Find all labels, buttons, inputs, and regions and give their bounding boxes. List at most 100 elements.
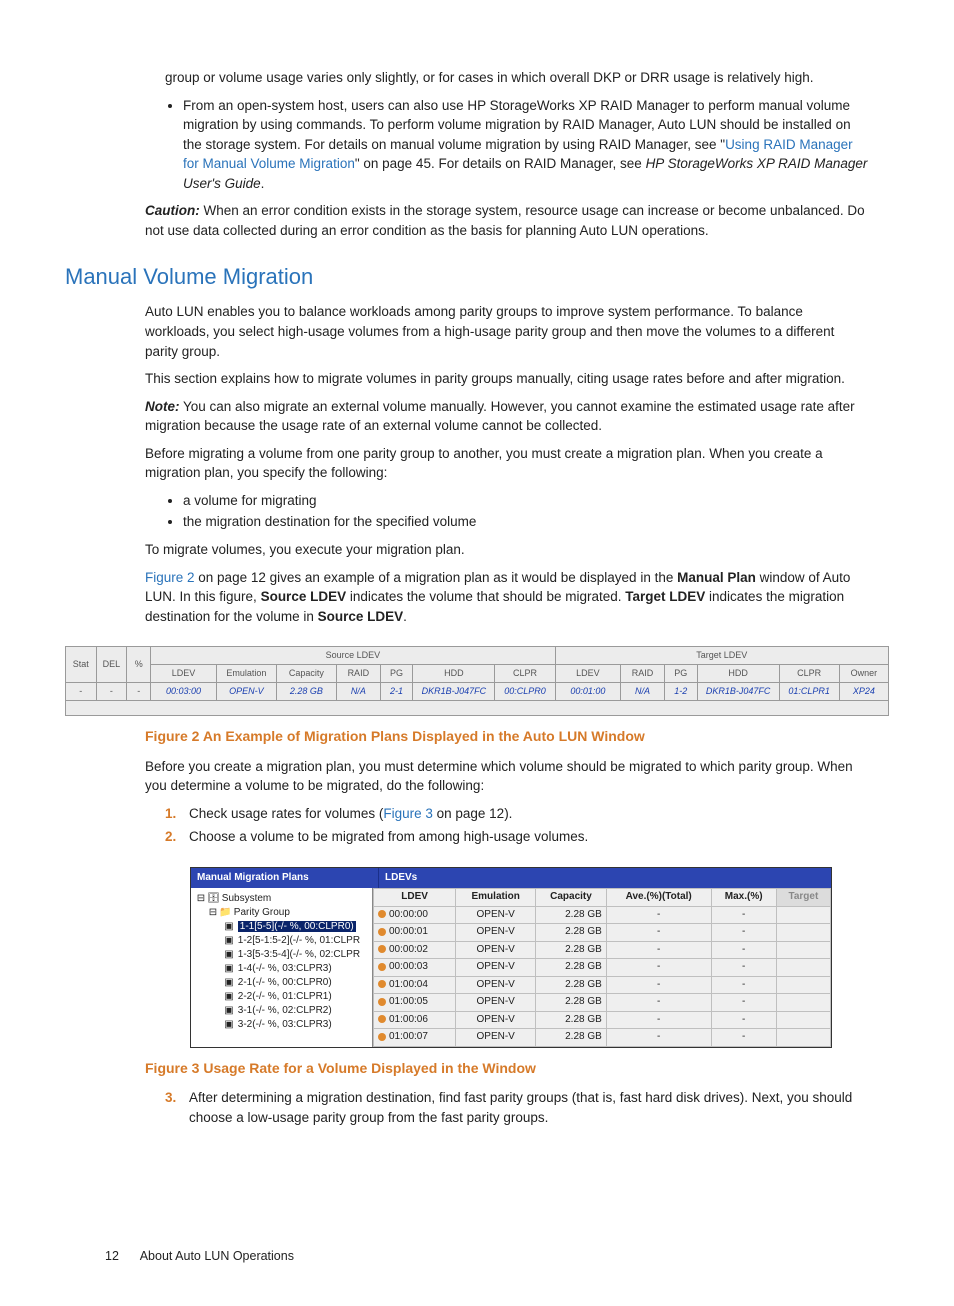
cell-t-pg: 1-2 [664,683,697,701]
cell-max: - [711,1011,776,1029]
ldev-icon [378,910,386,918]
cell-cap: 2.28 GB [536,994,607,1012]
cell-emu: OPEN-V [456,924,536,942]
col-cap: Capacity [536,889,607,907]
cell-ave: - [606,959,711,977]
figure-2-link[interactable]: Figure 2 [145,570,195,585]
col-del: DEL [96,647,127,683]
table-row-empty [66,701,889,716]
figure-3-caption: Figure 3 Usage Rate for a Volume Display… [145,1058,869,1078]
tree-item-label: 3-2(-/- %, 03:CLPR3) [238,1019,332,1030]
p5j: . [403,609,407,624]
ldev-icon [378,1015,386,1023]
tree-item: ▣ 3-1(-/- %, 02:CLPR2) [195,1004,370,1018]
cell-ave: - [606,941,711,959]
cell-ldev: 01:00:06 [374,1011,456,1029]
section-heading: Manual Volume Migration [65,261,889,293]
ldev-icon [378,945,386,953]
table-row: 01:00:07OPEN-V2.28 GB-- [374,1029,831,1047]
note-text: You can also migrate an external volume … [145,399,855,434]
col-pg: PG [664,665,697,683]
cell-s-hdd: DKR1B-J047FC [413,683,495,701]
cell-t-clpr: 01:CLPR1 [779,683,839,701]
target-ldev-bold: Target LDEV [625,589,705,604]
cell-target [776,976,830,994]
table-row: 00:00:01OPEN-V2.28 GB-- [374,924,831,942]
col-pct: % [127,647,151,683]
mvm-paragraph-1: Auto LUN enables you to balance workload… [145,302,869,361]
cell-ave: - [606,976,711,994]
tree-item: ▣ 3-2(-/- %, 03:CLPR3) [195,1018,370,1032]
cell-max: - [711,924,776,942]
cell-target [776,1011,830,1029]
table-row: 01:00:06OPEN-V2.28 GB-- [374,1011,831,1029]
col-hdd: HDD [413,665,495,683]
table-row: 01:00:05OPEN-V2.28 GB-- [374,994,831,1012]
cell-stat: - [66,683,97,701]
fig3-tree: ⊟🗄 Subsystem ⊟📁 Parity Group ▣ 1-1[5-5](… [191,888,373,1047]
cell-emu: OPEN-V [456,941,536,959]
steps-list-1: Check usage rates for volumes (Figure 3 … [145,804,869,847]
cell-s-pg: 2-1 [380,683,413,701]
footer-title: About Auto LUN Operations [140,1249,294,1263]
source-ldev-bold-2: Source LDEV [318,609,404,624]
table-row: 00:00:00OPEN-V2.28 GB-- [374,906,831,924]
fig3-ldevs-table: LDEV Emulation Capacity Ave.(%)(Total) M… [373,888,831,1047]
tree-item: ▣ 1-3[5-3:5-4](-/- %, 02:CLPR [195,948,370,962]
tree-item: ▣ 1-1[5-5](-/- %, 00:CLPR0) [195,920,370,934]
pg-icon: ▣ [223,1018,235,1032]
fig3-title-left: Manual Migration Plans [191,868,379,889]
cell-t-hdd: DKR1B-J047FC [697,683,779,701]
cell-cap: 2.28 GB [536,1029,607,1047]
cell-cap: 2.28 GB [536,959,607,977]
note-paragraph: Note: You can also migrate an external v… [145,397,869,436]
table-row: 00:00:03OPEN-V2.28 GB-- [374,959,831,977]
tree-item: ▣ 1-4(-/- %, 03:CLPR3) [195,962,370,976]
cell-ldev: 00:00:00 [374,906,456,924]
step-1c: on page 12). [433,806,513,821]
col-owner: Owner [839,665,888,683]
figure-2-caption: Figure 2 An Example of Migration Plans D… [145,726,869,746]
tree-item-label: 1-2[5-1:5-2](-/- %, 01:CLPR [238,935,360,946]
bullet-text-2: " on page 45. For details on RAID Manage… [355,156,646,171]
minus-icon: ⊟ [207,906,219,920]
intro-continuation: group or volume usage varies only slight… [165,68,869,88]
col-clpr: CLPR [495,665,555,683]
page-footer: 12 About Auto LUN Operations [105,1247,869,1265]
cell-s-clpr: 00:CLPR0 [495,683,555,701]
figure-3-link[interactable]: Figure 3 [383,806,433,821]
tree-item: ▣ 2-1(-/- %, 00:CLPR0) [195,976,370,990]
col-target-ldev: Target LDEV [555,647,888,665]
p5f: indicates the volume that should be migr… [346,589,625,604]
mvm-paragraph-2: This section explains how to migrate vol… [145,369,869,389]
pg-icon: ▣ [223,934,235,948]
tree-item-label: 1-3[5-3:5-4](-/- %, 02:CLPR [238,949,360,960]
cell-ldev: 01:00:04 [374,976,456,994]
cell-max: - [711,906,776,924]
cell-s-raid: N/A [336,683,380,701]
cell-emu: OPEN-V [456,1011,536,1029]
table-row: 00:00:02OPEN-V2.28 GB-- [374,941,831,959]
cell-t-ldev: 00:01:00 [555,683,621,701]
cell-t-owner: XP24 [839,683,888,701]
pg-icon: ▣ [223,990,235,1004]
mvm-paragraph-5: Figure 2 on page 12 gives an example of … [145,568,869,627]
cell-max: - [711,976,776,994]
cell-ldev: 01:00:07 [374,1029,456,1047]
col-hdd: HDD [697,665,779,683]
tree-item-label: 1-4(-/- %, 03:CLPR3) [238,963,332,974]
mvm-paragraph-4: To migrate volumes, you execute your mig… [145,540,869,560]
pg-icon: ▣ [223,976,235,990]
cell-max: - [711,1029,776,1047]
cell-s-ldev: 00:03:00 [151,683,217,701]
step-1a: Check usage rates for volumes ( [189,806,383,821]
cell-cap: 2.28 GB [536,906,607,924]
figure-2-table: Stat DEL % Source LDEV Target LDEV LDEV … [65,646,889,716]
step-3: After determining a migration destinatio… [165,1088,869,1127]
tree-item: ▣ 2-2(-/- %, 01:CLPR1) [195,990,370,1004]
plan-specify-list: a volume for migrating the migration des… [165,491,869,532]
subsystem-icon: 🗄 [207,892,219,906]
cell-ldev: 00:00:02 [374,941,456,959]
intro-bullet-list: From an open-system host, users can also… [165,96,869,194]
cell-ldev: 00:00:01 [374,924,456,942]
